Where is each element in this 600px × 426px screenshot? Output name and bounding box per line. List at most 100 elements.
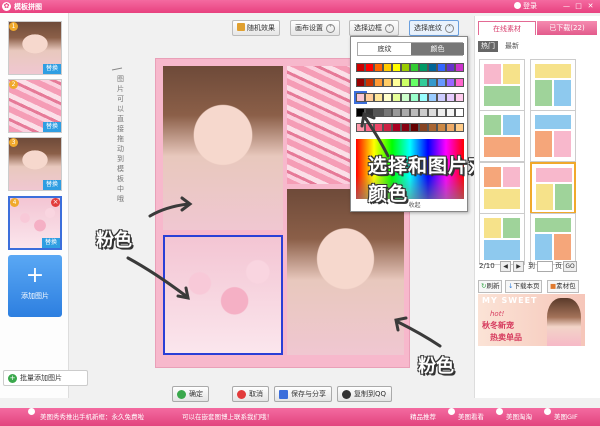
color-swatch[interactable]	[374, 123, 383, 132]
copy-to-qq-button[interactable]: 复制到QQ	[337, 386, 393, 402]
color-swatch[interactable]	[419, 93, 428, 102]
status-news-1[interactable]: 美图秀秀推出手机新框：永久免费啦	[40, 408, 144, 426]
color-swatch[interactable]	[428, 93, 437, 102]
color-swatch[interactable]	[410, 108, 419, 117]
color-swatch[interactable]	[374, 108, 383, 117]
collage-cell-4[interactable]	[287, 189, 404, 355]
color-swatch[interactable]	[401, 78, 410, 87]
thumb-number: 4	[10, 198, 19, 207]
ad-banner[interactable]: MY SWEET hot! 秋冬新宠 热卖单品	[478, 294, 585, 346]
color-swatch[interactable]	[392, 63, 401, 72]
color-swatch[interactable]	[455, 108, 464, 117]
color-swatch[interactable]	[437, 123, 446, 132]
color-swatch[interactable]	[437, 78, 446, 87]
color-swatch[interactable]	[374, 78, 383, 87]
color-swatch[interactable]	[419, 78, 428, 87]
template-slot	[554, 80, 571, 106]
color-swatch[interactable]	[446, 93, 455, 102]
template-thumb[interactable]	[530, 213, 576, 265]
template-thumb[interactable]	[479, 213, 525, 265]
color-swatch[interactable]	[383, 93, 392, 102]
color-swatch[interactable]	[419, 123, 428, 132]
color-swatch[interactable]	[437, 108, 446, 117]
color-swatch[interactable]	[374, 93, 383, 102]
status-link-taotao[interactable]: 美图淘淘	[506, 408, 532, 426]
prev-page-button[interactable]: ◀	[500, 261, 511, 272]
tab-texture[interactable]: 底纹	[358, 43, 411, 55]
status-recommend[interactable]: 精品推荐	[410, 408, 436, 426]
color-swatch[interactable]	[410, 123, 419, 132]
color-swatch[interactable]	[401, 63, 410, 72]
template-thumb[interactable]	[530, 162, 576, 214]
color-swatch[interactable]	[410, 93, 419, 102]
color-swatch[interactable]	[428, 108, 437, 117]
color-swatch[interactable]	[428, 78, 437, 87]
color-swatch[interactable]	[401, 93, 410, 102]
color-swatch[interactable]	[437, 63, 446, 72]
next-page-button[interactable]: ▶	[513, 261, 524, 272]
color-swatch[interactable]	[392, 108, 401, 117]
template-thumb[interactable]	[479, 59, 525, 111]
cancel-button[interactable]: 取消	[232, 386, 269, 402]
color-swatch[interactable]	[419, 63, 428, 72]
template-thumb[interactable]	[530, 110, 576, 162]
color-swatch[interactable]	[455, 63, 464, 72]
subtab-new[interactable]: 最新	[502, 41, 522, 52]
collage-cell-3[interactable]	[163, 235, 283, 355]
tab-color[interactable]: 颜色	[411, 43, 464, 55]
color-swatch[interactable]	[392, 78, 401, 87]
status-news-2[interactable]: 可以在嵌套图博上联系我们哦！	[182, 408, 273, 426]
subtab-hot[interactable]: 热门	[478, 41, 498, 52]
template-thumb[interactable]	[479, 110, 525, 162]
download-page-button[interactable]: ↓下载本页	[505, 280, 543, 293]
color-swatch[interactable]	[356, 123, 365, 132]
color-swatch[interactable]	[383, 123, 392, 132]
collage-cell-1[interactable]	[163, 66, 283, 230]
color-swatch[interactable]	[455, 123, 464, 132]
page-input[interactable]	[537, 261, 553, 272]
color-swatch[interactable]	[365, 78, 374, 87]
color-swatch[interactable]	[455, 78, 464, 87]
color-swatch[interactable]	[383, 108, 392, 117]
color-swatch[interactable]	[356, 78, 365, 87]
color-swatch[interactable]	[383, 63, 392, 72]
color-swatch[interactable]	[419, 108, 428, 117]
template-slot	[535, 64, 571, 78]
status-link-gif[interactable]: 美图GIF	[554, 408, 578, 426]
color-swatch[interactable]	[437, 93, 446, 102]
color-swatch[interactable]	[446, 63, 455, 72]
color-swatch[interactable]	[428, 63, 437, 72]
tab-downloaded[interactable]: 已下载(22)	[537, 21, 597, 35]
color-swatch[interactable]	[356, 63, 365, 72]
color-swatch[interactable]	[446, 123, 455, 132]
ok-button[interactable]: 确定	[172, 386, 209, 402]
color-swatch[interactable]	[365, 93, 374, 102]
status-link-view[interactable]: 美图看看	[458, 408, 484, 426]
template-thumb[interactable]	[479, 162, 525, 214]
color-swatch[interactable]	[455, 93, 464, 102]
meitu-gif-icon	[544, 408, 551, 415]
material-library-button[interactable]: ■素材包	[547, 280, 579, 293]
color-swatch[interactable]	[392, 123, 401, 132]
template-slot	[484, 167, 501, 187]
color-swatch[interactable]	[354, 91, 367, 104]
go-button[interactable]: GO	[563, 261, 577, 272]
color-swatch[interactable]	[410, 78, 419, 87]
tab-online-material[interactable]: 在线素材	[478, 21, 536, 35]
color-swatch[interactable]	[374, 63, 383, 72]
save-share-button[interactable]: 保存与分享	[274, 386, 332, 402]
color-swatch[interactable]	[428, 123, 437, 132]
template-thumb[interactable]	[530, 59, 576, 111]
refresh-button[interactable]: ↻刷新	[478, 280, 503, 293]
color-swatch[interactable]	[383, 78, 392, 87]
color-swatch[interactable]	[356, 108, 365, 117]
color-swatch[interactable]	[401, 108, 410, 117]
color-swatch[interactable]	[365, 63, 374, 72]
color-swatch[interactable]	[446, 78, 455, 87]
color-swatch[interactable]	[401, 123, 410, 132]
color-swatch[interactable]	[446, 108, 455, 117]
color-swatch[interactable]	[365, 123, 374, 132]
color-swatch[interactable]	[392, 93, 401, 102]
color-swatch[interactable]	[410, 63, 419, 72]
color-swatch[interactable]	[365, 108, 374, 117]
